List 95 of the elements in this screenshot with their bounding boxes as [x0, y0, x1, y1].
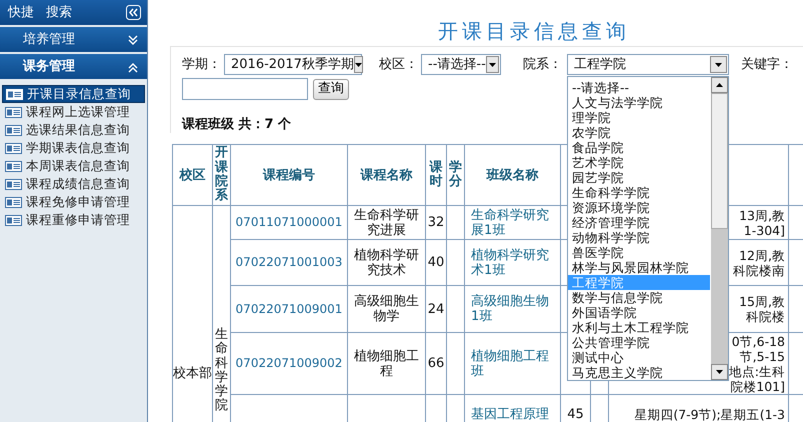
menu-group-label[interactable]: 培养管理: [23, 30, 75, 50]
card-icon: [5, 106, 22, 118]
search-button[interactable]: 查询: [313, 78, 349, 100]
field-label: 关键字：: [741, 56, 793, 74]
table-cell: 高级细胞生物学: [354, 294, 419, 324]
class-name-link[interactable]: 高级细胞生物: [471, 294, 549, 309]
campus-select[interactable]: --请选择--: [421, 54, 501, 75]
table-cell: 节,5-15: [740, 348, 785, 364]
table-cell: 地点:生科: [728, 364, 785, 378]
column-header: 班级名称: [464, 144, 560, 206]
collapse-icon[interactable]: [126, 5, 141, 20]
dropdown-option[interactable]: 经济管理学院: [568, 215, 710, 230]
dropdown-option[interactable]: 农学院: [568, 125, 710, 140]
dropdown-option[interactable]: 人文与法学学院: [568, 95, 710, 110]
scrollbar[interactable]: [711, 77, 728, 380]
card-icon: [5, 160, 22, 172]
table-cell: 45: [567, 407, 584, 422]
result-count: 课程班级 共：7 个: [182, 117, 292, 133]
card-icon: [5, 178, 22, 190]
table-cell: 科院楼南: [733, 262, 785, 278]
table-cell: 24: [428, 302, 444, 316]
field-label: 学期：: [182, 56, 221, 74]
dropdown-option[interactable]: 食品学院: [568, 140, 710, 155]
menu-group-header[interactable]: 培养管理: [0, 27, 147, 52]
sidebar-item[interactable]: 开课目录信息查询: [2, 85, 145, 103]
sidebar-item[interactable]: 学期课表信息查询: [2, 139, 145, 157]
class-name-link[interactable]: 展1班: [471, 222, 506, 238]
dropdown-option[interactable]: 水利与土木工程学院: [568, 320, 710, 335]
table-cell: 1-304]: [744, 222, 785, 238]
caret-icon: [354, 62, 362, 66]
table-cell: 12周,教: [739, 248, 785, 262]
field-label: 院系：: [523, 56, 562, 74]
shortcut-link[interactable]: 快捷: [8, 2, 34, 22]
table-cell: 院楼101]: [730, 378, 785, 394]
dropdown-option[interactable]: 艺术学院: [568, 155, 710, 170]
table-cell: 生命科学学院: [215, 328, 228, 414]
term-select[interactable]: 2016-2017秋季学期: [224, 54, 362, 75]
column-header: 课程名称: [348, 144, 426, 206]
card-icon: [5, 196, 22, 208]
sidebar-item[interactable]: 课程重修申请管理: [2, 211, 145, 229]
column-header: 开课院系: [212, 144, 230, 206]
dropdown-option[interactable]: --请选择--: [568, 80, 710, 95]
table-cell: 13周,教: [739, 208, 785, 222]
column-header: 课程编号: [230, 144, 348, 206]
caret-icon: [716, 370, 723, 374]
sidebar-item[interactable]: 课程成绩信息查询: [2, 175, 145, 193]
dropdown-option[interactable]: 公共管理学院: [568, 335, 710, 350]
table-cell: 植物科学研究技术: [354, 248, 419, 278]
caret-icon: [715, 62, 722, 66]
dropdown-option[interactable]: 园艺学院: [568, 170, 710, 185]
table-cell: 星期四(7-9节);星期五(1-3: [634, 407, 785, 422]
table-cell: 校本部: [172, 206, 212, 422]
dropdown-option[interactable]: 生命科学学院: [568, 185, 710, 200]
table-cell: 0节,6-18: [732, 334, 785, 348]
scroll-up-icon: [716, 83, 723, 87]
table-cell: 32: [428, 215, 444, 230]
column-header: 校区: [172, 144, 212, 206]
column-header: 课时: [426, 144, 446, 206]
dropdown-option[interactable]: 理学院: [568, 110, 710, 125]
table-cell: 66: [428, 356, 444, 371]
sidebar-item[interactable]: 课程免修申请管理: [2, 193, 145, 211]
dropdown-option[interactable]: 资源环境学院: [568, 200, 710, 215]
card-icon: [5, 214, 22, 226]
table-cell: 植物细胞工程: [354, 348, 419, 378]
dropdown-option[interactable]: 马克思主义学院: [568, 365, 710, 380]
sidebar-item[interactable]: 课程网上选课管理: [2, 103, 145, 121]
table-cell: 科院楼: [746, 309, 785, 324]
table-cell: 40: [428, 255, 444, 270]
table-cell: 15周,教: [739, 294, 785, 309]
class-name-link[interactable]: 术1班: [471, 262, 506, 278]
class-name-link[interactable]: 植物细胞工程: [471, 348, 549, 364]
dropdown-option[interactable]: 外国语学院: [568, 305, 710, 320]
class-name-link[interactable]: 生命科学研究: [471, 208, 549, 222]
class-name-link[interactable]: 植物科学研究: [471, 248, 549, 262]
class-name-link[interactable]: 班: [471, 364, 484, 378]
keyword-field[interactable]: [182, 78, 308, 100]
column-header: 学分: [446, 144, 464, 206]
card-icon: [6, 88, 23, 100]
menu-group-label[interactable]: 课务管理: [23, 56, 75, 76]
dropdown-option[interactable]: 测试中心: [568, 350, 710, 365]
dropdown-option[interactable]: 兽医学院: [568, 245, 710, 260]
dropdown-option[interactable]: 林学与风景园林学院: [568, 260, 710, 275]
card-icon: [5, 124, 22, 136]
shortcut-link[interactable]: 搜索: [46, 2, 72, 22]
field-label: 校区：: [379, 56, 418, 74]
class-name-link[interactable]: 1班: [471, 309, 492, 324]
dropdown-option[interactable]: 动物科学学院: [568, 230, 710, 245]
caret-icon: [488, 62, 496, 66]
sidebar-item[interactable]: 本周课表信息查询: [2, 157, 145, 175]
page-title: 开课目录信息查询: [437, 20, 631, 45]
table-cell: 生命科学研究进展: [354, 208, 419, 238]
card-icon: [5, 142, 22, 154]
dropdown-option[interactable]: 数学与信息学院: [568, 290, 710, 305]
sidebar-item[interactable]: 选课结果信息查询: [2, 121, 145, 139]
menu-group-header[interactable]: 课务管理: [0, 54, 147, 79]
